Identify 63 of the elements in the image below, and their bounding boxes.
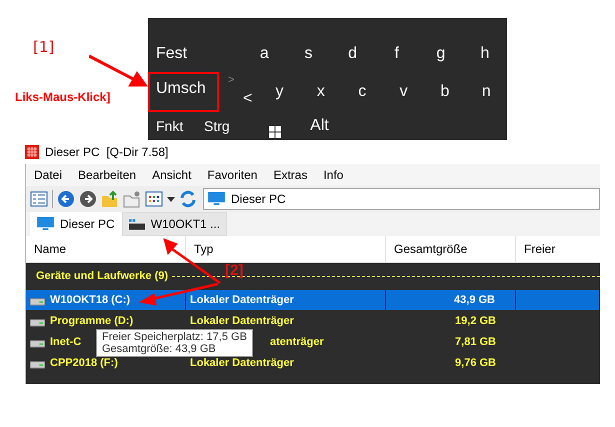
drive-name[interactable]: W10OKT18 (C:) (50, 294, 130, 306)
keyboard-key[interactable]: h (462, 36, 507, 72)
drive-type: Lokaler Datenträger (190, 294, 294, 306)
keyboard-key[interactable]: y (258, 72, 300, 112)
keyboard-key[interactable]: f (374, 36, 419, 72)
drive-icon (128, 218, 145, 230)
selected-row-highlight[interactable]: W10OKT18 (C:) Lokaler Datenträger 43,9 GB (26, 290, 600, 310)
keyboard-key[interactable]: Alt (297, 112, 342, 140)
drive-size: 19,2 GB (455, 315, 496, 327)
drive-name[interactable]: CPP2018 (F:) (50, 357, 118, 369)
keyboard-key[interactable]: Fnkt (156, 112, 204, 140)
keyboard-key[interactable]: Fest (156, 36, 242, 72)
annotation-label: Liks-Maus-Klick] (15, 90, 110, 104)
keyboard-key[interactable]: s (286, 36, 331, 72)
keyboard-key[interactable]: Strg (204, 112, 252, 140)
column-header[interactable]: Freier (516, 236, 600, 262)
back-icon[interactable] (57, 190, 75, 208)
new-folder-icon[interactable] (123, 190, 141, 208)
folder-up-icon[interactable] (101, 190, 119, 208)
app-icon (25, 145, 39, 159)
window-title: Dieser PC [Q-Dir 7.58] (45, 145, 168, 159)
list-view-icon[interactable] (30, 191, 48, 207)
keyboard-key[interactable]: c (342, 72, 383, 112)
windows-logo-icon (268, 126, 280, 138)
drive-name[interactable]: Programme (D:) (50, 315, 134, 327)
keyboard-key[interactable]: x (300, 72, 342, 112)
monitor-icon (37, 217, 54, 231)
monitor-icon (208, 192, 225, 206)
keyboard-key[interactable]: v (382, 72, 424, 112)
group-header: Geräte und Laufwerke (9) (36, 270, 168, 282)
drive-size: 43,9 GB (454, 294, 495, 306)
menu-item[interactable]: Datei (26, 168, 70, 182)
step-label: [2] (225, 262, 244, 279)
menu-item[interactable]: Extras (265, 168, 316, 182)
address-field[interactable]: Dieser PC (203, 188, 600, 210)
keyboard-key[interactable]: Umsch (148, 72, 219, 112)
layout-icon[interactable] (145, 191, 163, 207)
keyboard-key[interactable]: g (418, 36, 463, 72)
drive-type: Lokaler Datenträger (190, 357, 294, 369)
drive-type: Lokaler Datenträger (190, 315, 294, 327)
menu-item[interactable]: Info (315, 168, 352, 182)
refresh-icon[interactable] (179, 190, 197, 208)
forward-icon[interactable] (79, 190, 97, 208)
step-label: [1] (33, 38, 54, 56)
drive-type: atenträger (270, 336, 324, 348)
drive-size: 9,76 GB (455, 357, 496, 369)
menu-item[interactable]: Bearbeiten (70, 168, 144, 182)
keyboard-key[interactable]: b (424, 72, 466, 112)
menu-item[interactable]: Ansicht (144, 168, 200, 182)
keyboard-key[interactable]: < (236, 86, 259, 112)
keyboard-key[interactable]: n (466, 72, 507, 112)
tooltip: Freier Speicherplatz: 17,5 GB Gesamtgröße: 43,9 GB (96, 329, 253, 357)
keyboard-key[interactable]: a (242, 36, 286, 72)
tab[interactable]: Dieser PC (30, 212, 122, 236)
keyboard-key[interactable]: d (330, 36, 375, 72)
column-header[interactable]: Gesamtgröße (386, 236, 516, 262)
column-header[interactable]: Typ (186, 236, 386, 262)
drive-name[interactable]: Inet-C (50, 336, 82, 348)
dropdown-caret-icon[interactable] (167, 196, 175, 202)
tab[interactable]: W10OKT1 ... (122, 212, 228, 236)
drive-size: 7,81 GB (455, 336, 496, 348)
menu-item[interactable]: Favoriten (199, 168, 266, 182)
shift-marker: > (228, 74, 234, 86)
